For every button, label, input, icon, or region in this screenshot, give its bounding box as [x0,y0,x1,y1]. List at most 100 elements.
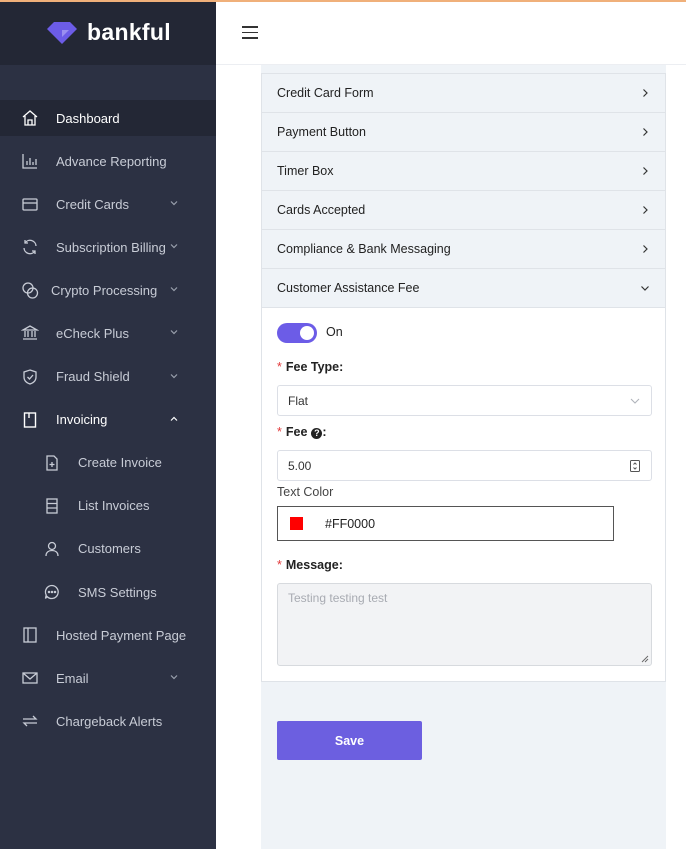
list-icon [46,498,58,514]
credit-card-icon [22,198,38,211]
sidebar-nav: Dashboard Advance Reporting Credit Cards… [0,100,216,746]
sidebar-item-label: Email [56,670,89,686]
brand-name: bankful [87,19,171,45]
shield-icon [23,368,37,385]
accordion-cards-accepted[interactable]: Cards Accepted [262,191,665,230]
accordion-label: Timer Box [277,164,334,178]
sidebar-item-label: List Invoices [78,498,150,514]
chevron-down-icon [170,373,178,378]
bookmark-icon [23,411,37,428]
number-stepper-icon[interactable] [629,460,641,472]
chevron-down-icon [641,286,649,291]
home-icon [22,110,38,126]
accordion-credit-card-form[interactable]: Credit Card Form [262,74,665,113]
accordion-label: Compliance & Bank Messaging [277,242,451,256]
accordion-timer-box[interactable]: Timer Box [262,152,665,191]
swap-icon [22,715,38,727]
bankful-logo-icon [47,21,78,44]
layout-icon [23,627,37,643]
user-icon [45,541,59,556]
save-button[interactable]: Save [277,721,422,760]
help-circle-icon[interactable]: ? [311,428,323,439]
accordion-label: Payment Button [277,125,366,139]
sidebar-item-label: SMS Settings [78,584,157,600]
fee-input[interactable]: 5.00 [277,450,652,481]
sidebar-item-sms-settings[interactable]: SMS Settings [0,574,216,610]
top-accent-line [0,0,686,2]
required-asterisk: * [277,360,282,374]
sidebar-item-subscription-billing[interactable]: Subscription Billing [0,229,216,265]
sidebar-item-label: Hosted Payment Page [56,627,187,643]
chevron-down-icon [170,201,178,206]
sidebar-item-dashboard[interactable]: Dashboard [0,100,216,136]
required-asterisk: * [277,425,282,439]
text-color-input[interactable]: #FF0000 [277,506,614,541]
sidebar-item-create-invoice[interactable]: Create Invoice [0,445,216,481]
sidebar-item-label: Chargeback Alerts [56,713,163,729]
required-asterisk: * [277,558,282,572]
fee-type-label: * Fee Type: [277,360,344,374]
accordion-customer-assistance-fee[interactable]: Customer Assistance Fee [262,269,665,308]
sidebar-item-list-invoices[interactable]: List Invoices [0,488,216,524]
text-color-value: #FF0000 [325,516,376,531]
chevron-down-icon [170,287,178,292]
sidebar: bankful Dashboard Advance Reporting Cred… [0,0,216,849]
color-swatch[interactable] [290,517,303,530]
refresh-icon [23,239,37,255]
message-label: * Message: [277,558,343,572]
sidebar-item-label: Advance Reporting [56,153,167,169]
fee-type-select[interactable]: Flat [277,385,652,416]
sidebar-item-advance-reporting[interactable]: Advance Reporting [0,143,216,179]
accordion-payment-button[interactable]: Payment Button [262,113,665,152]
sidebar-item-invoicing[interactable]: Invoicing [0,402,216,438]
chevron-down-icon [170,244,178,249]
fee-label: * Fee?: [277,425,327,439]
bar-chart-icon [22,154,37,169]
fee-enabled-toggle[interactable] [277,323,317,343]
accordion-label: Credit Card Form [277,86,374,100]
sidebar-item-crypto-processing[interactable]: Crypto Processing [0,272,216,308]
chevron-down-icon [170,675,178,680]
sidebar-item-email[interactable]: Email [0,660,216,696]
sidebar-item-label: Dashboard [56,110,120,126]
chat-icon [44,584,59,600]
accordion-compliance-bank-messaging[interactable]: Compliance & Bank Messaging [262,230,665,269]
mail-icon [22,672,38,684]
sidebar-item-label: Subscription Billing [56,239,166,255]
accordion-panel: Credit Card Form Payment Button Timer Bo… [261,73,666,682]
sidebar-item-label: Credit Cards [56,196,129,212]
sidebar-item-label: Create Invoice [78,455,162,471]
fee-value: 5.00 [288,458,312,473]
chevron-right-icon [643,89,648,97]
sidebar-item-credit-cards[interactable]: Credit Cards [0,186,216,222]
brand-logo[interactable]: bankful [0,0,216,65]
hamburger-menu-icon[interactable] [242,26,258,40]
sidebar-item-fraud-shield[interactable]: Fraud Shield [0,359,216,395]
top-header [216,2,686,65]
chevron-down-icon [630,398,640,404]
accordion-label: Cards Accepted [277,203,366,217]
sidebar-item-echeck-plus[interactable]: eCheck Plus [0,315,216,351]
file-plus-icon [46,455,58,471]
sidebar-item-hosted-payment-page[interactable]: Hosted Payment Page [0,617,216,653]
sidebar-item-customers[interactable]: Customers [0,531,216,567]
customer-assistance-fee-form: On * Fee Type: Flat * Fee?: 5.00 Text Colo… [262,308,665,681]
sidebar-item-label: eCheck Plus [56,325,129,341]
chevron-right-icon [643,167,648,175]
coins-icon [22,282,39,300]
chevron-down-icon [170,330,178,335]
text-color-label: Text Color [277,485,334,499]
toggle-label: On [326,325,343,339]
main-content: Credit Card Form Payment Button Timer Bo… [261,65,666,849]
sidebar-item-label: Customers [78,541,141,557]
message-textarea[interactable]: Testing testing test [277,583,652,666]
sidebar-item-label: Fraud Shield [56,369,130,385]
bank-icon [21,325,39,341]
chevron-right-icon [643,206,648,214]
resize-handle-icon[interactable] [641,655,649,663]
sidebar-item-chargeback-alerts[interactable]: Chargeback Alerts [0,703,216,739]
sidebar-item-label: Crypto Processing [51,282,158,298]
chevron-up-icon [170,416,178,421]
fee-type-value: Flat [288,393,309,408]
sidebar-item-label: Invoicing [56,412,108,428]
